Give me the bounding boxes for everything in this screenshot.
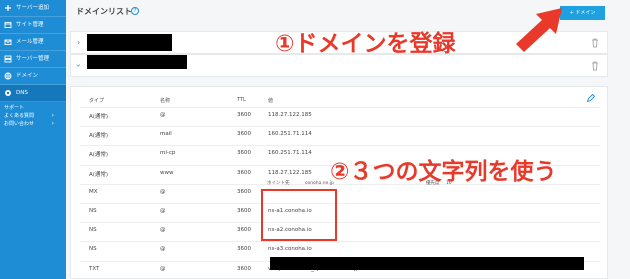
page-title: ドメインリスト <box>76 7 132 16</box>
cell-value: 118.27.122.185 <box>268 112 312 118</box>
cell-type: TXT <box>89 265 100 272</box>
cell-ttl: 3600 <box>237 169 251 176</box>
cell-ttl: 3600 <box>237 208 251 214</box>
sidebar-item-label: DNS <box>16 90 28 96</box>
sidebar-item-add-server[interactable]: サーバー追加 <box>0 0 66 17</box>
cell-ttl: 3600 <box>237 227 251 234</box>
mx-overlay: ホイント先 conoha.ne.jp <box>267 181 334 186</box>
help-icon[interactable]: ? <box>131 7 139 15</box>
chevron-right-icon[interactable]: › <box>77 38 80 47</box>
window-icon <box>4 22 12 28</box>
cell-ttl: 3600 <box>237 246 251 253</box>
redacted-domain <box>87 34 172 51</box>
cell-type: MX <box>89 188 98 195</box>
sidebar-item-site[interactable]: サイト管理 <box>0 17 66 34</box>
redacted-domain <box>87 55 187 69</box>
cell-value: 160.251.71.114 <box>268 131 312 138</box>
trash-icon[interactable] <box>591 38 599 48</box>
cell-name: @ <box>160 188 166 195</box>
row-divider <box>80 145 600 147</box>
row-divider <box>80 241 600 243</box>
cell-name: @ <box>160 112 166 118</box>
column-header-name: 名称 <box>160 98 171 104</box>
cell-type: NS <box>89 208 97 214</box>
dns-icon <box>5 90 11 96</box>
chevron-right-icon: › <box>51 120 54 127</box>
cell-ttl: 3600 <box>237 112 251 118</box>
globe-icon <box>4 72 12 80</box>
plus-icon <box>5 5 11 11</box>
sidebar-sub-support[interactable]: サポート <box>0 104 66 112</box>
cell-value: 160.251.71.114 <box>268 150 312 157</box>
cell-type: A(通常) <box>89 133 109 140</box>
cell-value: 118.27.122.185 <box>268 169 312 176</box>
cell-name: @ <box>160 208 166 214</box>
mail-icon <box>4 39 12 45</box>
cell-ttl: 3600 <box>237 131 251 138</box>
chevron-right-icon: › <box>51 112 54 119</box>
cell-name: www <box>160 169 174 176</box>
row-divider <box>80 203 600 204</box>
sidebar-item-label: サイト管理 <box>16 22 44 28</box>
sidebar-item-dns[interactable]: DNS <box>0 85 66 102</box>
column-header-type: タイプ <box>89 98 105 104</box>
cell-ttl: 3600 <box>237 265 251 272</box>
cell-type: A(通常) <box>89 171 109 178</box>
cell-ttl: 3600 <box>237 188 251 195</box>
cell-type: A(通常) <box>89 152 109 159</box>
sidebar-item-label: サーバー追加 <box>16 5 49 11</box>
column-header-value: 値 <box>268 98 274 104</box>
row-divider <box>80 126 600 128</box>
cell-type: NS <box>89 246 97 253</box>
cell-name: @ <box>160 227 166 234</box>
cell-name: ml-cp <box>160 150 176 157</box>
sidebar-item-label: サーバー管理 <box>16 56 49 62</box>
sidebar-item-label: メール管理 <box>16 39 44 45</box>
pencil-icon[interactable] <box>586 94 595 103</box>
sidebar-item-label: ドメイン <box>16 73 39 79</box>
row-divider <box>80 222 600 224</box>
sidebar-sub-faq[interactable]: よくある質問 › <box>0 112 66 120</box>
highlight-box <box>261 189 337 241</box>
row-divider <box>80 107 600 108</box>
sidebar-item-server[interactable]: サーバー管理 <box>0 51 66 68</box>
cell-type: NS <box>89 227 97 234</box>
cell-name: @ <box>160 246 166 253</box>
redacted-value <box>270 257 584 270</box>
cell-name: @ <box>160 265 166 272</box>
chevron-down-icon[interactable]: › <box>74 64 83 67</box>
sidebar-sub-contact[interactable]: お問い合わせ › <box>0 120 66 128</box>
cell-name: mail <box>160 131 172 138</box>
sidebar-item-mail[interactable]: メール管理 <box>0 34 66 51</box>
trash-icon[interactable] <box>591 61 599 71</box>
sidebar: サーバー追加 サイト管理 メール管理 サーバー管理 ドメイン DNS サポート … <box>0 0 66 279</box>
cell-ttl: 3600 <box>237 150 251 157</box>
cell-type: A(通常) <box>89 114 109 120</box>
annotation-step2: ②３つの文字列を使う <box>330 159 557 185</box>
cell-value: ns-a3.conoha.io <box>268 246 312 253</box>
sidebar-item-domain[interactable]: ドメイン <box>0 68 66 85</box>
annotation-step1: ①ドメインを登録 <box>275 31 456 57</box>
column-header-ttl: TTL <box>237 97 246 103</box>
server-icon <box>4 55 12 63</box>
red-arrow-icon <box>516 8 562 52</box>
